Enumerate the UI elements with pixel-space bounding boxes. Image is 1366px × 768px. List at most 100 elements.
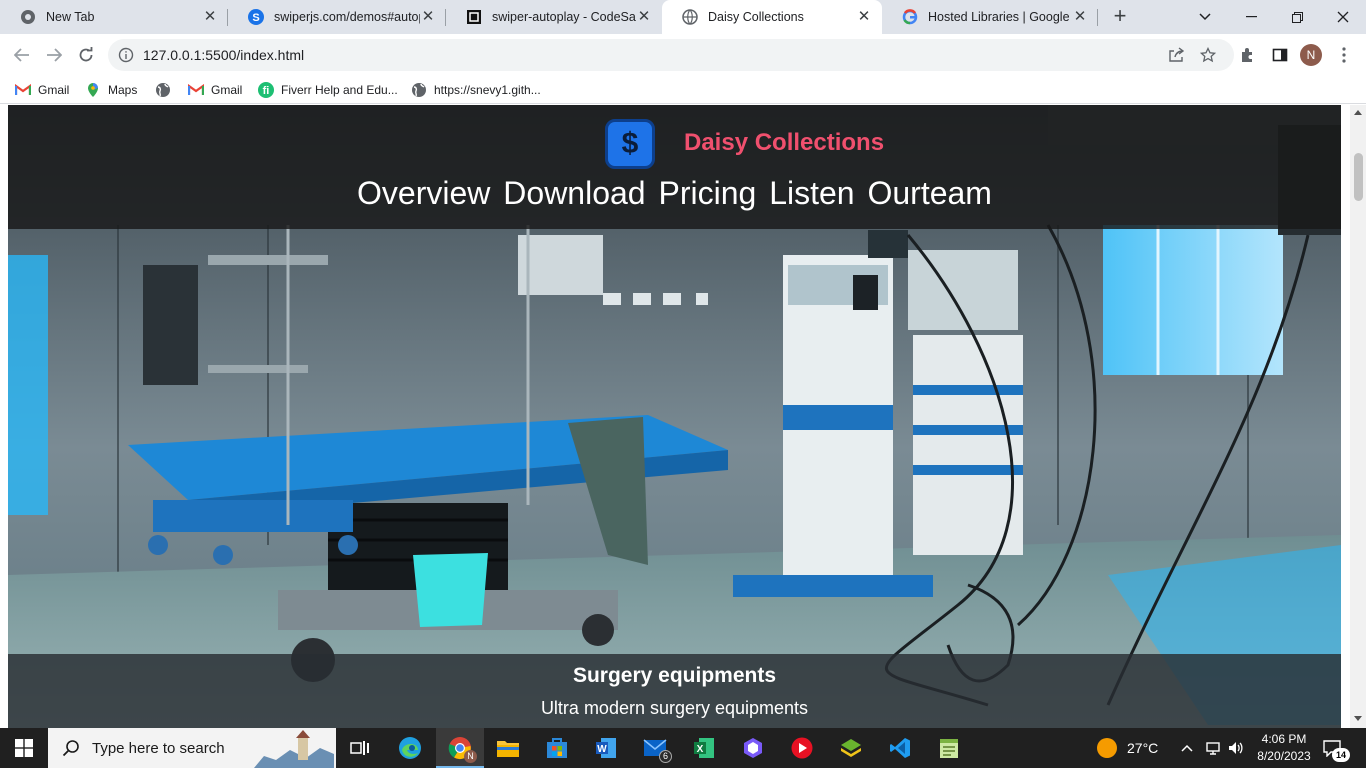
main-nav: Overview Download Pricing Listen Ourteam	[8, 175, 1341, 212]
extensions-icon[interactable]	[1238, 45, 1258, 65]
logo-symbol: $	[621, 127, 639, 160]
taskbar-file-explorer[interactable]	[484, 728, 532, 768]
page-scrollbar[interactable]	[1350, 105, 1366, 728]
google-icon	[902, 9, 918, 25]
hexagon-app-icon	[744, 738, 762, 758]
vscode-icon	[890, 738, 910, 758]
more-menu-icon[interactable]	[1334, 45, 1354, 65]
excel-icon: X	[694, 738, 714, 758]
address-bar[interactable]: 127.0.0.1:5500/index.html	[108, 39, 1234, 71]
edge-icon	[399, 737, 421, 759]
taskbar-store[interactable]	[533, 728, 581, 768]
fiverr-icon: fi	[258, 82, 274, 98]
tab-daisy-collections[interactable]: Daisy Collections ✕	[662, 0, 882, 34]
weather-widget[interactable]: 27°C	[1097, 728, 1158, 768]
taskbar-edge[interactable]	[386, 728, 434, 768]
bookmark-label: Gmail	[211, 83, 243, 97]
chrome-icon	[20, 9, 36, 25]
taskbar-search-box[interactable]: Type here to search	[48, 728, 336, 768]
slide-title: Surgery equipments	[572, 664, 777, 687]
brand-name[interactable]: Daisy Collections	[684, 129, 884, 157]
bookmark-maps[interactable]: Maps	[85, 81, 137, 99]
tab-swiperjs[interactable]: S swiperjs.com/demos#autopla ✕	[228, 0, 446, 34]
url-text[interactable]: 127.0.0.1:5500/index.html	[143, 47, 304, 63]
share-icon[interactable]	[1168, 47, 1185, 63]
bookmark-label: https://snevy1.gith...	[434, 83, 541, 97]
close-icon[interactable]: ✕	[1072, 9, 1088, 25]
page-viewport: $ Daisy Collections Overview Download Pr…	[0, 105, 1366, 728]
back-button[interactable]	[10, 43, 34, 67]
bookmark-label: Gmail	[38, 83, 70, 97]
taskbar-clock[interactable]: 4:06 PM 8/20/2023	[1254, 731, 1314, 765]
tab-new-tab[interactable]: New Tab ✕	[0, 0, 228, 34]
forward-button[interactable]	[42, 43, 66, 67]
nav-ourteam[interactable]: Ourteam	[867, 175, 991, 211]
nav-listen[interactable]: Listen	[769, 175, 854, 211]
globe-icon	[682, 9, 698, 25]
task-view-icon	[350, 741, 369, 755]
tab-search-chevron-icon[interactable]	[1182, 0, 1228, 34]
slide-subtitle: Ultra modern surgery equipments	[540, 698, 809, 718]
tab-title: swiper-autoplay - CodeSandb	[492, 10, 636, 24]
taskbar-chrome[interactable]: N	[436, 728, 484, 768]
notification-center-button[interactable]: 14	[1322, 728, 1350, 768]
bookmark-snevy[interactable]: https://snevy1.gith...	[411, 81, 541, 99]
hidden-icons-button[interactable]	[1181, 728, 1193, 768]
tab-title: Hosted Libraries | Google fo	[928, 10, 1072, 24]
reload-button[interactable]	[74, 43, 98, 67]
chevron-up-icon	[1181, 744, 1193, 752]
bookmark-fiverr[interactable]: fi Fiverr Help and Edu...	[258, 81, 398, 99]
dollar-logo-icon[interactable]: $	[605, 119, 655, 169]
nav-overview[interactable]: Overview	[357, 175, 490, 211]
close-icon[interactable]: ✕	[420, 9, 436, 25]
taskbar-bluestacks[interactable]	[827, 728, 875, 768]
taskbar-app-hex[interactable]	[729, 728, 777, 768]
gmail-icon	[15, 82, 31, 98]
nav-pricing[interactable]: Pricing	[658, 175, 756, 211]
windows-logo-icon	[15, 739, 33, 757]
tab-codesandbox[interactable]: swiper-autoplay - CodeSandb ✕	[446, 0, 662, 34]
clock-time: 4:06 PM	[1261, 732, 1307, 746]
swiper-icon: S	[248, 9, 264, 25]
chrome-profile-badge: N	[464, 750, 477, 763]
minimize-button[interactable]	[1228, 0, 1274, 34]
start-button[interactable]	[0, 728, 48, 768]
close-icon[interactable]: ✕	[856, 9, 872, 25]
taskbar-notepad[interactable]	[925, 728, 973, 768]
close-window-button[interactable]	[1320, 0, 1366, 34]
network-icon[interactable]	[1205, 728, 1221, 768]
svg-text:X: X	[697, 744, 704, 755]
taskbar-media-player[interactable]	[778, 728, 826, 768]
task-view-button[interactable]	[336, 728, 384, 768]
taskbar-word[interactable]: W	[582, 728, 630, 768]
volume-icon[interactable]	[1228, 728, 1244, 768]
nav-download[interactable]: Download	[503, 175, 645, 211]
taskbar-excel[interactable]: X	[680, 728, 728, 768]
taskbar-vscode[interactable]	[876, 728, 924, 768]
search-placeholder: Type here to search	[92, 739, 225, 757]
close-icon[interactable]: ✕	[202, 9, 218, 25]
browser-toolbar: 127.0.0.1:5500/index.html N	[0, 34, 1366, 76]
hero-slider[interactable]: $ Daisy Collections Overview Download Pr…	[8, 105, 1341, 728]
gmail-icon	[188, 82, 204, 98]
tab-hosted-libraries[interactable]: Hosted Libraries | Google fo ✕	[882, 0, 1098, 34]
bookmark-gmail-2[interactable]: Gmail	[188, 81, 242, 99]
clock-date: 8/20/2023	[1257, 749, 1311, 763]
scrollbar-thumb[interactable]	[1354, 153, 1363, 201]
tab-title: New Tab	[46, 10, 95, 24]
sun-icon	[1097, 738, 1117, 758]
scroll-down-arrow-icon[interactable]	[1354, 716, 1362, 721]
side-panel-icon[interactable]	[1270, 45, 1290, 65]
profile-avatar[interactable]: N	[1300, 44, 1322, 66]
site-info-icon[interactable]	[118, 47, 134, 63]
new-tab-button[interactable]: +	[1108, 5, 1132, 29]
globe-icon	[155, 82, 171, 98]
star-icon[interactable]	[1199, 46, 1217, 63]
scroll-up-arrow-icon[interactable]	[1354, 110, 1362, 115]
bookmark-gmail[interactable]: Gmail	[15, 81, 69, 99]
bookmark-label: Fiverr Help and Edu...	[281, 83, 398, 97]
taskbar-mail[interactable]: 6	[631, 728, 679, 768]
restore-button[interactable]	[1274, 0, 1320, 34]
bookmark-globe[interactable]	[155, 81, 178, 99]
close-icon[interactable]: ✕	[636, 9, 652, 25]
